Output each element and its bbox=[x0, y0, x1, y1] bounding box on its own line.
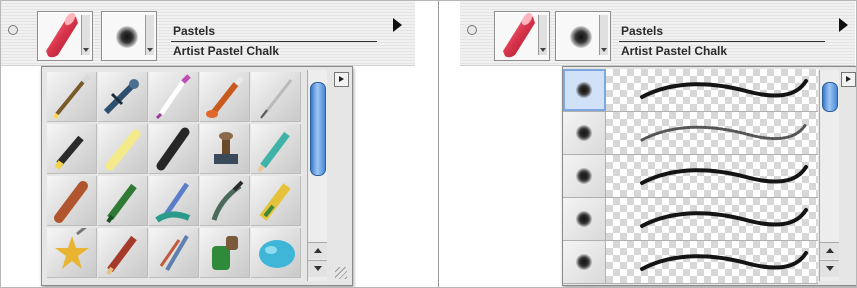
grainy-stroke-preview bbox=[606, 112, 818, 154]
calligraphy-pen-icon bbox=[260, 79, 293, 119]
brush-grid-cell[interactable] bbox=[149, 72, 199, 122]
variant-name[interactable]: Artist Pastel Chalk bbox=[173, 44, 279, 58]
panel-grip-icon[interactable] bbox=[467, 25, 477, 35]
stroke-scrollbar[interactable] bbox=[819, 70, 839, 281]
brush-grid-cell[interactable] bbox=[149, 228, 199, 278]
dab-preview bbox=[563, 155, 606, 197]
stroke-list-row[interactable] bbox=[563, 69, 818, 112]
brush-grid-cell[interactable] bbox=[149, 176, 199, 226]
pattern-pen-icon bbox=[212, 236, 238, 270]
colored-pencil-icon bbox=[257, 131, 290, 173]
variant-name[interactable]: Artist Pastel Chalk bbox=[621, 44, 727, 58]
brush-variant-well[interactable] bbox=[555, 11, 611, 61]
round-soft-dab-icon bbox=[576, 254, 592, 270]
stroke-scroll-thumb[interactable] bbox=[822, 82, 838, 112]
smooth-stroke-preview bbox=[606, 69, 818, 111]
scroll-down-arrow-icon[interactable] bbox=[308, 260, 327, 277]
scroll-down-arrow-icon[interactable] bbox=[820, 260, 839, 277]
pastel-stick-icon bbox=[503, 13, 535, 58]
popup-menu-button[interactable] bbox=[841, 72, 856, 87]
dab-preview bbox=[563, 198, 606, 240]
smooth-stroke-preview bbox=[606, 241, 818, 283]
palette-knife-icon bbox=[211, 180, 244, 221]
brush-variant-well[interactable] bbox=[101, 11, 157, 61]
dab-preview bbox=[563, 69, 606, 111]
round-soft-dab-icon bbox=[576, 82, 592, 98]
brush-selector-bar: Pastels Artist Pastel Chalk bbox=[1, 1, 415, 66]
category-name[interactable]: Pastels bbox=[621, 24, 663, 38]
blender-icon bbox=[155, 182, 191, 223]
popup-menu-button[interactable] bbox=[334, 72, 349, 87]
brush-grid bbox=[47, 72, 302, 280]
right-panel: Pastels Artist Pastel Chalk bbox=[439, 0, 857, 288]
round-soft-dab-icon bbox=[576, 168, 592, 184]
airbrush-icon bbox=[103, 79, 139, 115]
scroll-up-arrow-icon[interactable] bbox=[308, 242, 327, 259]
brush-grid-cell[interactable] bbox=[251, 228, 301, 278]
brush-grid-cell[interactable] bbox=[98, 72, 148, 122]
dab-preview bbox=[563, 241, 606, 283]
brush-category-well[interactable] bbox=[494, 11, 550, 61]
brush-grid-cell[interactable] bbox=[149, 124, 199, 174]
stroke-list-row[interactable] bbox=[563, 198, 818, 241]
brush-grid-cell[interactable] bbox=[47, 72, 97, 122]
grid-scroll-thumb[interactable] bbox=[310, 82, 326, 176]
oil-paint-brush-icon bbox=[206, 76, 244, 118]
liquid-ink-icon bbox=[159, 234, 189, 272]
oil-pastel-icon bbox=[54, 181, 88, 223]
smooth-stroke-preview bbox=[606, 155, 818, 197]
brush-category-well[interactable] bbox=[37, 11, 93, 61]
stroke-list-row[interactable] bbox=[563, 112, 818, 155]
brush-grid-cell[interactable] bbox=[200, 124, 250, 174]
brush-grid-cell[interactable] bbox=[98, 176, 148, 226]
resize-grip-icon[interactable] bbox=[335, 267, 347, 279]
brush-selector-bar-right: Pastels Artist Pastel Chalk bbox=[460, 1, 855, 66]
fine-brush-icon bbox=[53, 74, 91, 119]
watercolor-brush-icon bbox=[155, 74, 191, 120]
brush-grid-cell[interactable] bbox=[98, 124, 148, 174]
image-stamp-icon bbox=[214, 132, 238, 164]
panel-menu-arrow-icon[interactable] bbox=[393, 18, 402, 32]
round-soft-dab-icon bbox=[576, 211, 592, 227]
brush-grid-cell[interactable] bbox=[47, 124, 97, 174]
brush-grid-cell[interactable] bbox=[200, 72, 250, 122]
panel-menu-arrow-icon[interactable] bbox=[839, 18, 848, 32]
felt-pen-icon bbox=[106, 183, 137, 224]
red-pencil-icon bbox=[106, 235, 137, 276]
brush-grid-cell[interactable] bbox=[251, 124, 301, 174]
stroke-list-row[interactable] bbox=[563, 241, 818, 284]
brush-grid-cell[interactable] bbox=[47, 228, 97, 278]
stroke-list bbox=[563, 69, 819, 284]
round-soft-dab-icon bbox=[570, 26, 592, 48]
brush-grid-cell[interactable] bbox=[47, 176, 97, 226]
charcoal-stick-icon bbox=[156, 127, 190, 171]
grid-scrollbar[interactable] bbox=[307, 70, 327, 281]
brush-grid-cell[interactable] bbox=[200, 228, 250, 278]
cloner-sponge-icon bbox=[259, 240, 295, 268]
left-panel: Pastels Artist Pastel Chalk bbox=[0, 0, 438, 288]
brush-grid-cell[interactable] bbox=[251, 72, 301, 122]
category-name[interactable]: Pastels bbox=[173, 24, 215, 38]
brush-grid-cell[interactable] bbox=[98, 228, 148, 278]
pastel-stick-icon bbox=[46, 13, 78, 58]
marker-icon bbox=[54, 135, 84, 170]
f-x-star-icon bbox=[55, 228, 89, 269]
round-soft-dab-icon bbox=[576, 125, 592, 141]
brush-grid-cell[interactable] bbox=[200, 176, 250, 226]
scroll-up-arrow-icon[interactable] bbox=[820, 242, 839, 259]
crayon-icon bbox=[259, 183, 291, 221]
brush-grid-popup bbox=[41, 66, 353, 286]
round-soft-dab-icon bbox=[116, 26, 138, 48]
stroke-list-row[interactable] bbox=[563, 155, 818, 198]
brush-grid-cell[interactable] bbox=[251, 176, 301, 226]
dab-preview bbox=[563, 112, 606, 154]
smooth-stroke-preview bbox=[606, 198, 818, 240]
stroke-list-popup bbox=[562, 66, 857, 286]
panel-grip-icon[interactable] bbox=[8, 25, 18, 35]
yellow-chalk-icon bbox=[105, 129, 141, 171]
